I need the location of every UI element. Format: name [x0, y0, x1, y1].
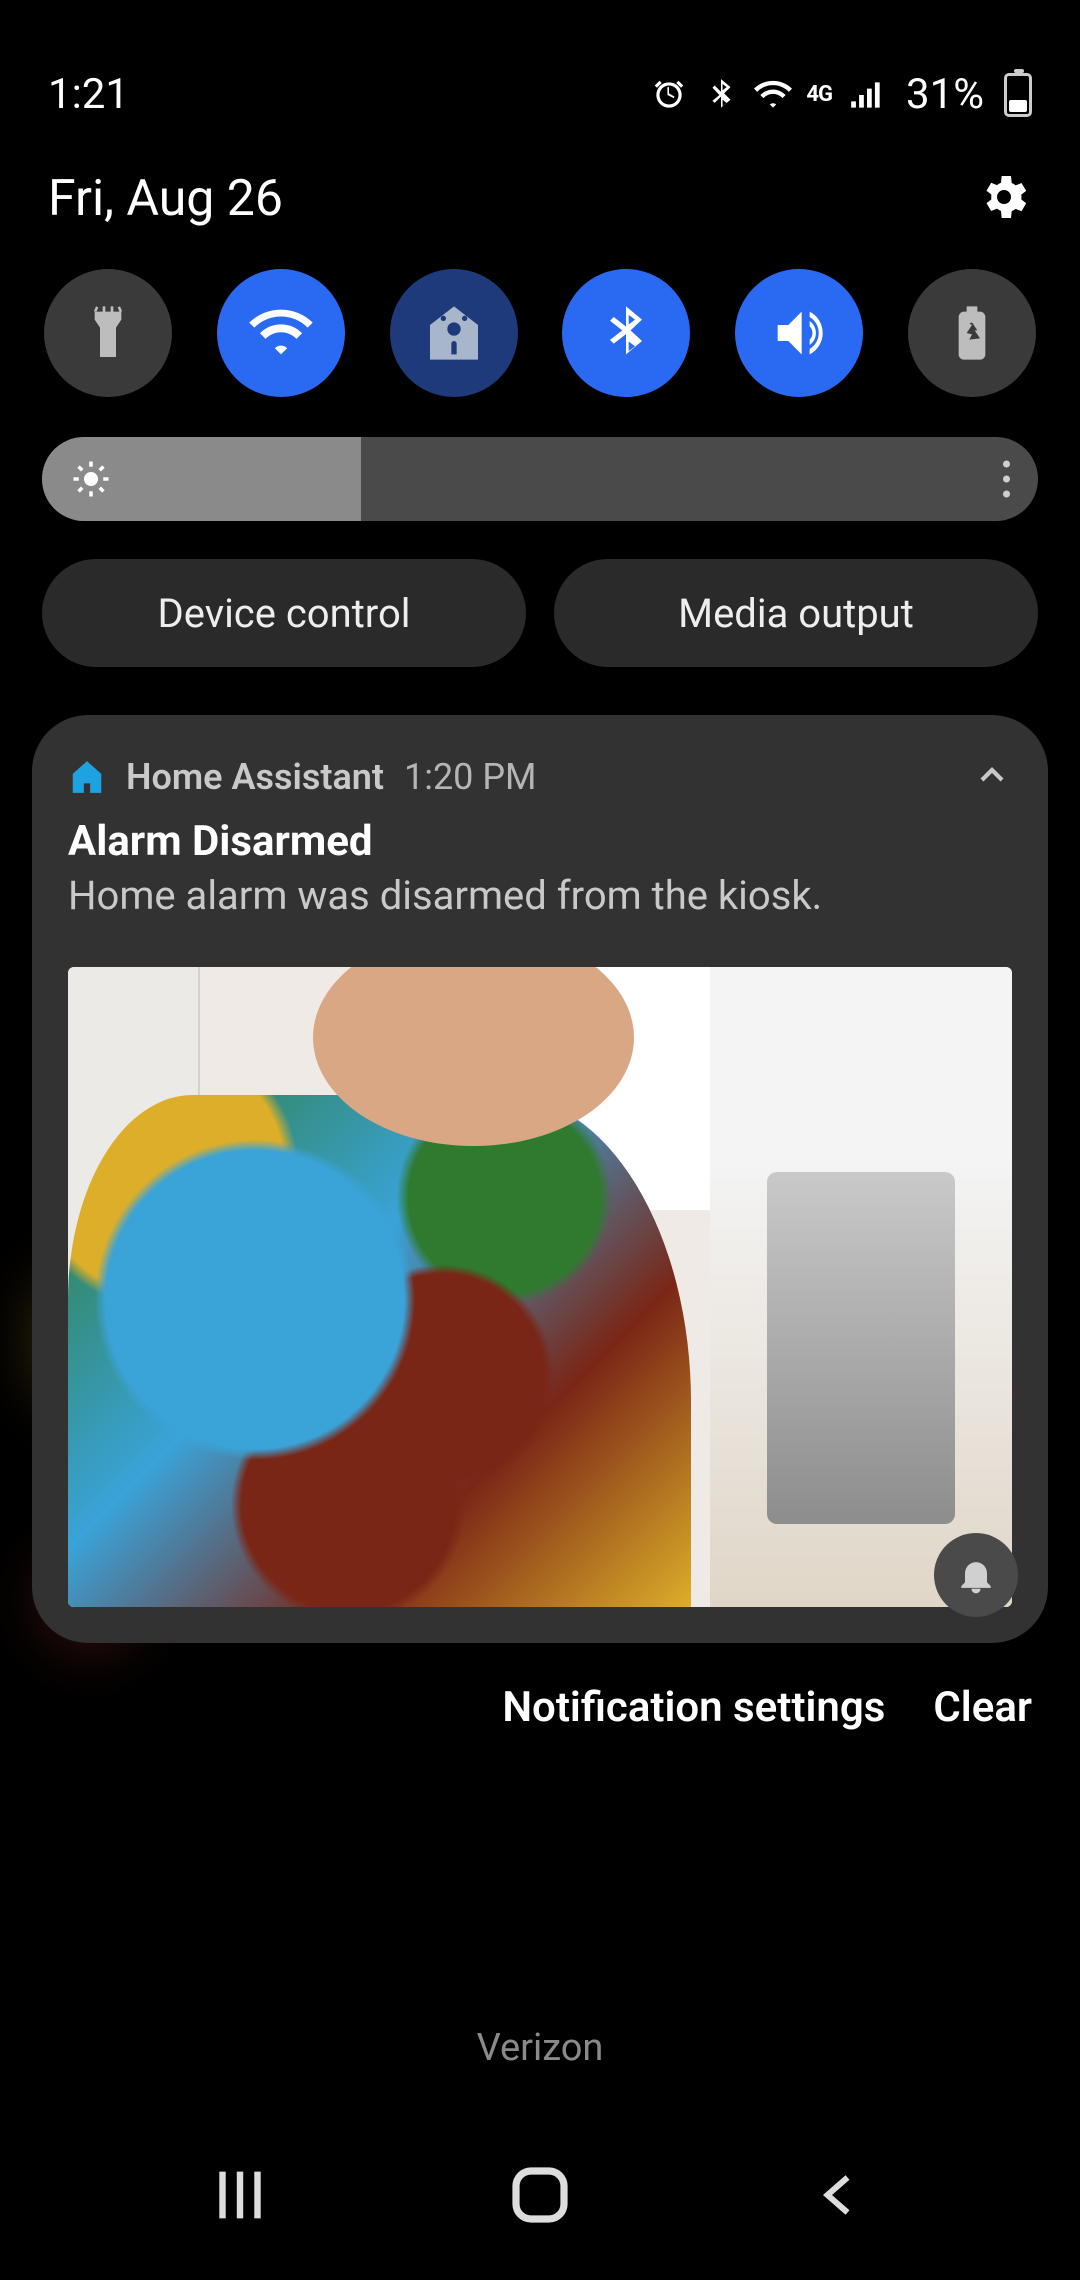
- smart-home-toggle[interactable]: [390, 269, 518, 397]
- notification-image: [68, 967, 1012, 1607]
- status-icons: 4G 31%: [650, 70, 1032, 119]
- notification-app-name: Home Assistant: [126, 756, 384, 798]
- home-button[interactable]: [495, 2150, 585, 2240]
- back-button[interactable]: [795, 2150, 885, 2240]
- chevron-up-icon: [972, 755, 1012, 795]
- bell-icon: [954, 1553, 998, 1597]
- battery-percent: 31%: [906, 70, 984, 119]
- clear-button[interactable]: Clear: [933, 1683, 1032, 1732]
- home-assistant-icon: [422, 301, 486, 365]
- network-type: 4G: [806, 82, 832, 107]
- carrier-label: Verizon: [0, 2026, 1080, 2070]
- volume-icon: [767, 301, 831, 365]
- media-output-button[interactable]: Media output: [554, 559, 1038, 667]
- sound-toggle[interactable]: [735, 269, 863, 397]
- alarm-icon: [650, 76, 688, 114]
- notification-title: Alarm Disarmed: [68, 817, 1012, 866]
- notification-card[interactable]: Home Assistant 1:20 PM Alarm Disarmed Ho…: [32, 715, 1048, 1643]
- bluetooth-toggle[interactable]: [562, 269, 690, 397]
- notification-settings-badge[interactable]: [934, 1533, 1018, 1617]
- home-icon: [504, 2159, 576, 2231]
- battery-recycle-icon: [940, 301, 1004, 365]
- flashlight-toggle[interactable]: [44, 269, 172, 397]
- notification-body: Home alarm was disarmed from the kiosk.: [68, 872, 1012, 919]
- recents-icon: [205, 2160, 275, 2230]
- signal-icon: [848, 76, 886, 114]
- brightness-more-button[interactable]: [1003, 461, 1010, 498]
- notification-time: 1:20 PM: [404, 756, 537, 798]
- bluetooth-icon: [594, 301, 658, 365]
- back-icon: [810, 2165, 870, 2225]
- home-assistant-app-icon: [68, 758, 106, 796]
- recents-button[interactable]: [195, 2150, 285, 2240]
- notification-settings-link[interactable]: Notification settings: [502, 1683, 885, 1732]
- navigation-bar: [0, 2150, 1080, 2240]
- power-saving-toggle[interactable]: [908, 269, 1036, 397]
- wifi-toggle[interactable]: [217, 269, 345, 397]
- device-control-button[interactable]: Device control: [42, 559, 526, 667]
- panel-date: Fri, Aug 26: [48, 170, 283, 228]
- brightness-icon: [70, 458, 112, 500]
- battery-icon: [1004, 73, 1032, 117]
- status-bar: 1:21 4G 31%: [0, 0, 1080, 139]
- quick-toggles: [0, 249, 1080, 397]
- status-time: 1:21: [48, 70, 129, 119]
- settings-button[interactable]: [976, 169, 1032, 229]
- wifi-icon: [249, 301, 313, 365]
- flashlight-icon: [76, 301, 140, 365]
- collapse-button[interactable]: [972, 755, 1012, 799]
- wifi-status-icon: [754, 76, 792, 114]
- bluetooth-status-icon: [702, 76, 740, 114]
- gear-icon: [976, 169, 1032, 225]
- brightness-slider[interactable]: [42, 437, 1038, 521]
